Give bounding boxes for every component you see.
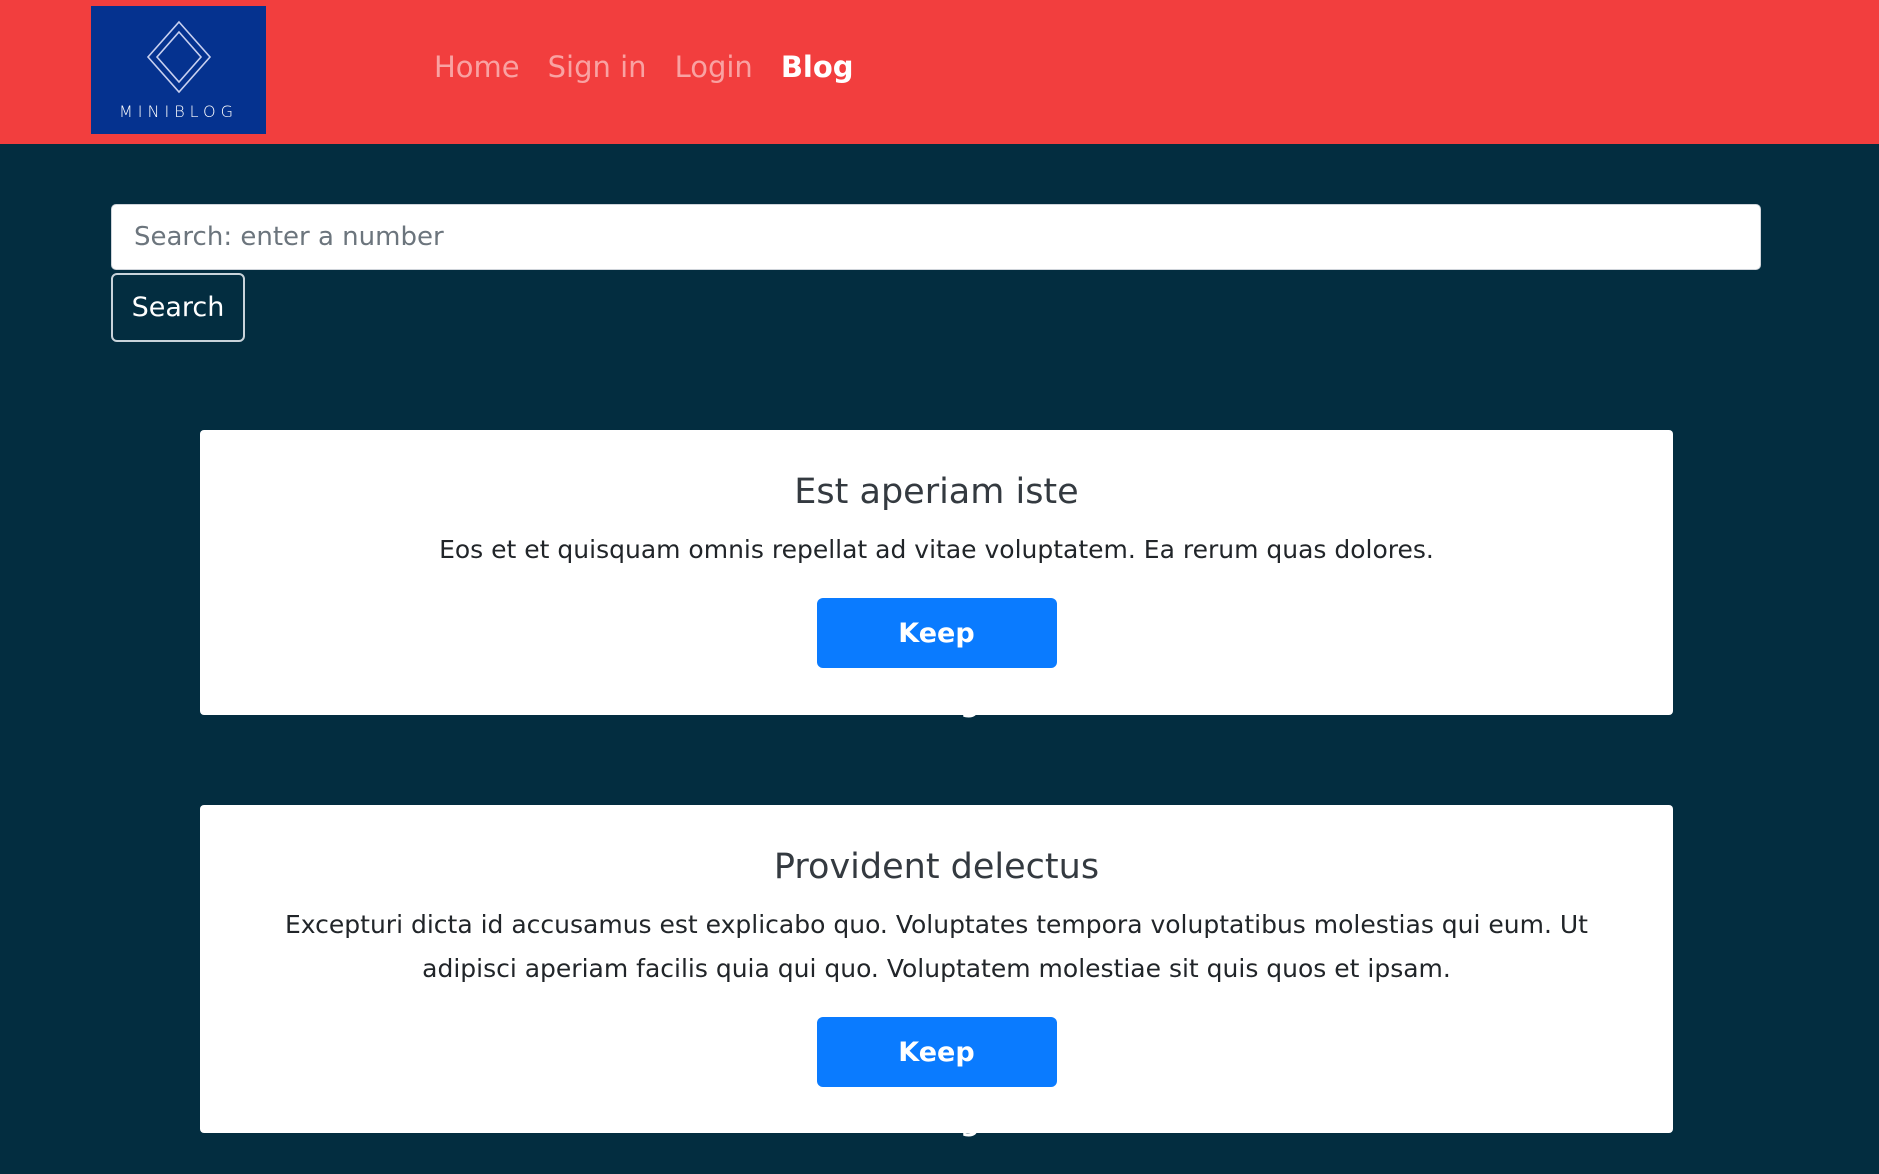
brand-logo[interactable]: MINIBLOG — [91, 6, 266, 134]
nav-sign-in[interactable]: Sign in — [548, 50, 647, 84]
navbar: MINIBLOG Home Sign in Login Blog — [0, 0, 1879, 144]
post-excerpt: Excepturi dicta id accusamus est explica… — [285, 910, 1588, 983]
nav-home[interactable]: Home — [434, 50, 520, 84]
search-input[interactable] — [111, 204, 1761, 270]
brand-name: MINIBLOG — [118, 102, 239, 121]
nav-blog[interactable]: Blog — [781, 50, 854, 84]
post-excerpt: Eos et et quisquam omnis repellat ad vit… — [439, 535, 1434, 564]
keep-reading-button[interactable]: Keep reading... — [816, 598, 1057, 719]
nav-menu: Home Sign in Login Blog — [434, 50, 854, 84]
nav-login[interactable]: Login — [675, 50, 753, 84]
diamond-icon — [146, 20, 211, 94]
post-title: Est aperiam iste — [794, 472, 1079, 512]
search-button[interactable]: Search — [111, 273, 245, 342]
post-title: Provident delectus — [773, 847, 1100, 887]
keep-reading-button[interactable]: Keep reading... — [816, 1017, 1057, 1138]
post-card: Provident delectus Excepturi dicta id ac… — [200, 805, 1673, 1138]
post-card: Est aperiam iste Eos et et quisquam omni… — [200, 430, 1673, 719]
